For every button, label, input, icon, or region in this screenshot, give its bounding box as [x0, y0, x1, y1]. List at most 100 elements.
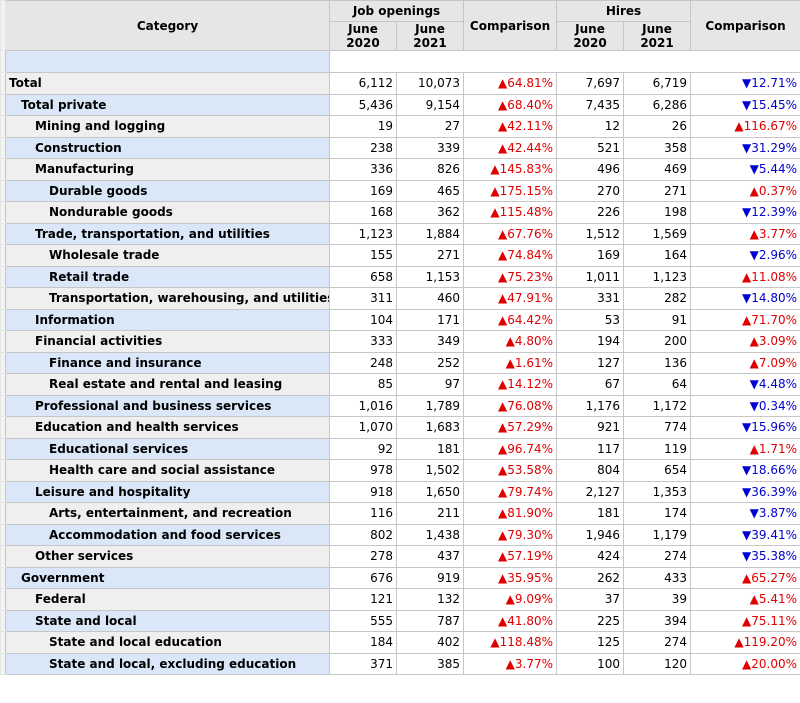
table-row[interactable]: Information10417164.42%539171.70%: [0, 308, 800, 331]
hires-comparison-cell[interactable]: 39.41%: [690, 523, 800, 546]
hires-comparison-cell[interactable]: 36.39%: [690, 480, 800, 503]
job-openings-comparison-cell[interactable]: 67.76%: [463, 222, 558, 245]
category-cell[interactable]: Real estate and rental and leasing: [5, 373, 330, 396]
hires-2021-cell[interactable]: 200: [623, 330, 692, 353]
job-openings-comparison-cell[interactable]: 1.61%: [463, 351, 558, 374]
hires-2020-cell[interactable]: 921: [556, 416, 625, 439]
category-cell[interactable]: Arts, entertainment, and recreation: [5, 502, 330, 525]
table-row[interactable]: Durable goods169465175.15%2702710.37%: [0, 179, 800, 202]
table-row[interactable]: Total6,11210,07364.81%7,6976,71912.71%: [0, 72, 800, 95]
job-openings-2021-cell[interactable]: 437: [395, 545, 465, 568]
job-openings-2021-cell[interactable]: 10,073: [395, 72, 465, 95]
job-openings-2021-cell[interactable]: 385: [395, 652, 465, 675]
job-openings-2021-cell[interactable]: 362: [395, 201, 465, 224]
job-openings-2020-cell[interactable]: 5,436: [329, 93, 397, 116]
hires-2021-cell[interactable]: 164: [623, 244, 692, 267]
job-openings-2021-cell[interactable]: 252: [395, 351, 465, 374]
hires-2021-cell[interactable]: 198: [623, 201, 692, 224]
category-cell[interactable]: Other services: [5, 545, 330, 568]
job-openings-comparison-cell[interactable]: 68.40%: [463, 93, 558, 116]
hires-2020-cell[interactable]: 496: [556, 158, 625, 181]
job-openings-comparison-cell[interactable]: 4.80%: [463, 330, 558, 353]
hires-comparison-cell[interactable]: 35.38%: [690, 545, 800, 568]
table-row[interactable]: Other services27843757.19%42427435.38%: [0, 545, 800, 568]
table-row[interactable]: State and local education184402118.48%12…: [0, 631, 800, 654]
hires-2020-cell[interactable]: 181: [556, 502, 625, 525]
hires-2020-cell[interactable]: 1,011: [556, 265, 625, 288]
category-cell[interactable]: Accommodation and food services: [5, 523, 330, 546]
table-row[interactable]: Education and health services1,0701,6835…: [0, 416, 800, 439]
job-openings-comparison-cell[interactable]: 81.90%: [463, 502, 558, 525]
job-openings-2020-cell[interactable]: 238: [329, 136, 397, 159]
hires-2020-cell[interactable]: 117: [556, 437, 625, 460]
job-openings-comparison-cell[interactable]: 76.08%: [463, 394, 558, 417]
category-cell[interactable]: Construction: [5, 136, 330, 159]
table-row[interactable]: Retail trade6581,15375.23%1,0111,12311.0…: [0, 265, 800, 288]
job-openings-comparison-cell[interactable]: 74.84%: [463, 244, 558, 267]
job-openings-2020-cell[interactable]: 336: [329, 158, 397, 181]
job-openings-comparison-cell[interactable]: 53.58%: [463, 459, 558, 482]
job-openings-2020-cell[interactable]: 802: [329, 523, 397, 546]
hires-comparison-cell[interactable]: 11.08%: [690, 265, 800, 288]
job-openings-2020-cell[interactable]: 19: [329, 115, 397, 138]
job-openings-2021-cell[interactable]: 97: [395, 373, 465, 396]
job-openings-comparison-cell[interactable]: 79.30%: [463, 523, 558, 546]
category-cell[interactable]: Information: [5, 308, 330, 331]
job-openings-comparison-cell[interactable]: 57.19%: [463, 545, 558, 568]
job-openings-2020-cell[interactable]: 1,016: [329, 394, 397, 417]
job-openings-comparison-cell[interactable]: 79.74%: [463, 480, 558, 503]
hires-comparison-cell[interactable]: 31.29%: [690, 136, 800, 159]
category-cell[interactable]: Total: [5, 72, 330, 95]
job-openings-comparison-cell[interactable]: 64.81%: [463, 72, 558, 95]
hires-2021-cell[interactable]: 136: [623, 351, 692, 374]
hires-2021-cell[interactable]: 1,172: [623, 394, 692, 417]
table-row[interactable]: Educational services9218196.74%1171191.7…: [0, 437, 800, 460]
hires-2021-cell[interactable]: 274: [623, 545, 692, 568]
category-cell[interactable]: State and local, excluding education: [5, 652, 330, 675]
hires-2020-cell[interactable]: 127: [556, 351, 625, 374]
category-cell[interactable]: Nondurable goods: [5, 201, 330, 224]
hires-2020-cell[interactable]: 100: [556, 652, 625, 675]
job-openings-2020-cell[interactable]: 1,123: [329, 222, 397, 245]
hires-comparison-cell[interactable]: 71.70%: [690, 308, 800, 331]
job-openings-2020-cell[interactable]: 333: [329, 330, 397, 353]
jo-june-2020-header[interactable]: June 2020: [329, 21, 397, 51]
hires-2020-cell[interactable]: 270: [556, 179, 625, 202]
hires-2021-cell[interactable]: 654: [623, 459, 692, 482]
job-openings-2020-cell[interactable]: 371: [329, 652, 397, 675]
job-openings-2020-cell[interactable]: 104: [329, 308, 397, 331]
category-cell[interactable]: State and local: [5, 609, 330, 632]
hires-comparison-cell[interactable]: 4.48%: [690, 373, 800, 396]
hires-2020-cell[interactable]: 12: [556, 115, 625, 138]
hires-comparison-header[interactable]: Comparison: [690, 0, 800, 51]
category-cell[interactable]: Leisure and hospitality: [5, 480, 330, 503]
hires-2021-cell[interactable]: 91: [623, 308, 692, 331]
table-row[interactable]: Transportation, warehousing, and utiliti…: [0, 287, 800, 310]
job-openings-2021-cell[interactable]: 132: [395, 588, 465, 611]
category-cell[interactable]: Trade, transportation, and utilities: [5, 222, 330, 245]
hires-2020-cell[interactable]: 1,512: [556, 222, 625, 245]
job-openings-2021-cell[interactable]: 1,683: [395, 416, 465, 439]
job-openings-2021-cell[interactable]: 1,650: [395, 480, 465, 503]
job-openings-2020-cell[interactable]: 311: [329, 287, 397, 310]
job-openings-comparison-header[interactable]: Comparison: [463, 0, 558, 51]
table-row[interactable]: Real estate and rental and leasing859714…: [0, 373, 800, 396]
hires-2021-cell[interactable]: 433: [623, 566, 692, 589]
hires-2021-cell[interactable]: 1,353: [623, 480, 692, 503]
job-openings-2021-cell[interactable]: 1,502: [395, 459, 465, 482]
table-row[interactable]: Professional and business services 1,016 1…: [0, 394, 800, 417]
hires-2021-cell[interactable]: 64: [623, 373, 692, 396]
job-openings-2020-cell[interactable]: 278: [329, 545, 397, 568]
spacer-cell[interactable]: [5, 50, 330, 73]
job-openings-2020-cell[interactable]: 116: [329, 502, 397, 525]
category-cell[interactable]: Mining and logging: [5, 115, 330, 138]
job-openings-2021-cell[interactable]: 919: [395, 566, 465, 589]
category-cell[interactable]: Finance and insurance: [5, 351, 330, 374]
job-openings-comparison-cell[interactable]: 42.44%: [463, 136, 558, 159]
category-cell[interactable]: Wholesale trade: [5, 244, 330, 267]
job-openings-2021-cell[interactable]: 465: [395, 179, 465, 202]
job-openings-comparison-cell[interactable]: 118.48%: [463, 631, 558, 654]
table-row[interactable]: Accommodation and food services8021,4387…: [0, 523, 800, 546]
hires-comparison-cell[interactable]: 0.37%: [690, 179, 800, 202]
job-openings-comparison-cell[interactable]: 175.15%: [463, 179, 558, 202]
